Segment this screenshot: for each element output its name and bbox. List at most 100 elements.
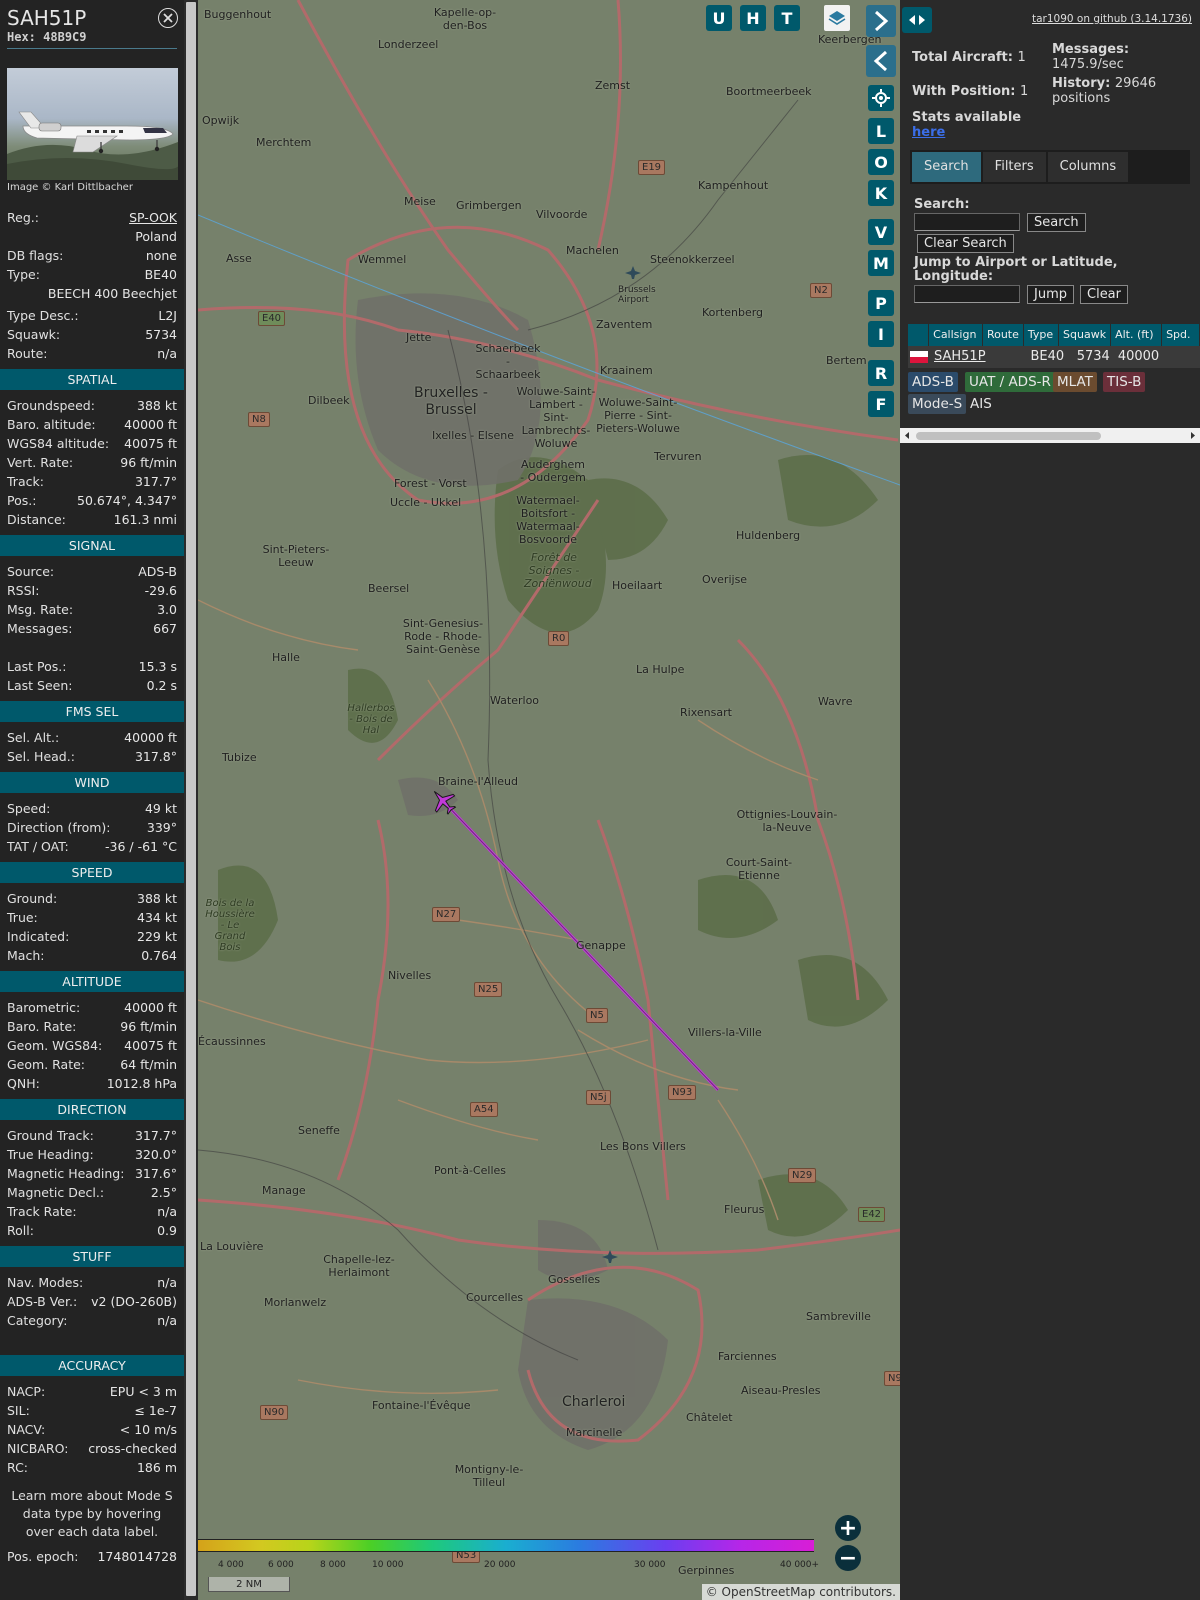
registration-link[interactable]: SP-OOK <box>129 208 177 227</box>
map-view[interactable]: Buggenhout Kapelle-op-den-Bos Keerbergen… <box>198 0 900 1600</box>
info-label[interactable]: Speed: <box>7 799 50 818</box>
right-topbar: tar1090 on github (3.14.1736) <box>900 0 1200 40</box>
side-button-f[interactable]: F <box>868 391 894 417</box>
column-speed[interactable]: Spd. <box>1162 324 1200 346</box>
aircraft-table: Callsign Route Type Squawk Alt. (ft) Spd… <box>908 324 1200 368</box>
side-button-l[interactable]: L <box>868 118 894 144</box>
tab-search[interactable]: Search <box>912 152 981 182</box>
info-label[interactable]: Category: <box>7 1311 67 1330</box>
info-value: 317.8° <box>134 749 177 764</box>
info-panel-scrollbar[interactable] <box>184 0 198 1600</box>
info-label[interactable]: Magnetic Heading: <box>7 1164 124 1183</box>
info-label[interactable]: Last Seen: <box>7 676 72 695</box>
clear-button[interactable]: Clear <box>1080 285 1128 304</box>
info-label[interactable]: Sel. Head.: <box>7 747 75 766</box>
map-attribution[interactable]: © OpenStreetMap contributors. <box>701 1584 900 1600</box>
info-label[interactable]: Groundspeed: <box>7 396 95 415</box>
toggle-u-button[interactable]: U <box>706 5 732 31</box>
jump-button[interactable]: Jump <box>1027 285 1074 304</box>
info-label[interactable]: WGS84 altitude: <box>7 434 109 453</box>
info-label[interactable]: Ground Track: <box>7 1126 94 1145</box>
info-label[interactable]: Barometric: <box>7 998 80 1017</box>
column-flag[interactable] <box>908 324 930 346</box>
altitude-tick-label: 10 000 <box>372 1560 404 1570</box>
scrollbar-thumb[interactable] <box>186 2 196 1596</box>
info-label[interactable]: Distance: <box>7 510 66 529</box>
side-button-i[interactable]: I <box>868 321 894 347</box>
info-label[interactable]: Ground: <box>7 889 57 908</box>
info-label[interactable]: Mach: <box>7 946 44 965</box>
info-label[interactable]: Direction (from): <box>7 818 111 837</box>
side-button-r[interactable]: R <box>868 360 894 386</box>
aircraft-marker-icon[interactable] <box>428 786 458 816</box>
info-label[interactable]: Roll: <box>7 1221 34 1240</box>
info-label[interactable]: Msg. Rate: <box>7 600 73 619</box>
column-type[interactable]: Type <box>1023 324 1060 346</box>
source-chip-mode-s[interactable]: Mode-S <box>908 394 967 414</box>
toggle-h-button[interactable]: H <box>740 5 766 31</box>
info-label[interactable]: ADS-B Ver.: <box>7 1292 77 1311</box>
side-button-v[interactable]: V <box>868 219 894 245</box>
zoom-in-button[interactable]: + <box>835 1515 861 1541</box>
table-row[interactable]: SAH51P BE40 5734 40000 <box>908 346 1200 368</box>
source-chip-mlat[interactable]: MLAT <box>1053 372 1097 392</box>
info-label[interactable]: TAT / OAT: <box>7 837 69 856</box>
info-label[interactable]: Track Rate: <box>7 1202 77 1221</box>
stats-link[interactable]: here <box>912 125 945 140</box>
info-label[interactable]: Track: <box>7 472 44 491</box>
close-icon[interactable] <box>158 8 178 28</box>
column-squawk[interactable]: Squawk <box>1059 324 1112 346</box>
info-label[interactable]: NACV: <box>7 1420 45 1439</box>
column-callsign[interactable]: Callsign <box>929 324 983 346</box>
github-link[interactable]: tar1090 on github (3.14.1736) <box>1032 13 1192 25</box>
jump-input[interactable] <box>914 285 1020 303</box>
side-button-o[interactable]: O <box>868 149 894 175</box>
info-label[interactable]: Magnetic Decl.: <box>7 1183 104 1202</box>
info-label[interactable]: Messages: <box>7 619 73 638</box>
clear-search-button[interactable]: Clear Search <box>917 234 1014 253</box>
info-label[interactable]: RC: <box>7 1458 28 1477</box>
source-chip-ads-b[interactable]: ADS-B <box>908 372 958 392</box>
source-chip-ais[interactable]: AIS <box>966 394 996 414</box>
info-label[interactable]: Geom. WGS84: <box>7 1036 102 1055</box>
toggle-t-button[interactable]: T <box>774 5 800 31</box>
side-button-k[interactable]: K <box>868 180 894 206</box>
info-label[interactable]: Pos.: <box>7 491 36 510</box>
info-label[interactable]: Baro. Rate: <box>7 1017 76 1036</box>
info-label[interactable]: Geom. Rate: <box>7 1055 85 1074</box>
table-horizontal-scrollbar[interactable] <box>900 428 1200 443</box>
info-label[interactable]: Nav. Modes: <box>7 1273 83 1292</box>
layers-icon[interactable] <box>824 5 850 31</box>
aircraft-photo[interactable] <box>7 68 178 180</box>
info-label[interactable]: Baro. altitude: <box>7 415 96 434</box>
side-button-p[interactable]: P <box>868 290 894 316</box>
search-button[interactable]: Search <box>1027 213 1086 232</box>
tab-filters[interactable]: Filters <box>982 152 1046 182</box>
info-label[interactable]: Vert. Rate: <box>7 453 73 472</box>
info-label[interactable]: QNH: <box>7 1074 40 1093</box>
scrollbar-thumb[interactable] <box>916 432 1101 440</box>
info-label[interactable]: True Heading: <box>7 1145 94 1164</box>
info-label[interactable]: Sel. Alt.: <box>7 728 59 747</box>
info-label[interactable]: NACP: <box>7 1382 45 1401</box>
search-input[interactable] <box>914 213 1020 231</box>
source-chip-uat-ads-r[interactable]: UAT / ADS-R <box>965 372 1055 392</box>
expand-collapse-icon[interactable] <box>902 7 932 33</box>
side-button-m[interactable]: M <box>868 250 894 276</box>
column-route[interactable]: Route <box>982 324 1024 346</box>
settings-gear-icon[interactable] <box>868 85 894 111</box>
info-label[interactable]: SIL: <box>7 1401 30 1420</box>
info-label[interactable]: Indicated: <box>7 927 69 946</box>
tab-columns[interactable]: Columns <box>1047 152 1129 182</box>
info-label[interactable]: True: <box>7 908 38 927</box>
info-label[interactable]: RSSI: <box>7 581 39 600</box>
zoom-out-button[interactable]: − <box>835 1545 861 1571</box>
source-chip-tis-b[interactable]: TIS-B <box>1103 372 1146 392</box>
next-arrow-icon[interactable] <box>866 5 896 37</box>
row-callsign[interactable]: SAH51P <box>930 346 987 368</box>
info-label[interactable]: Source: <box>7 562 54 581</box>
info-label[interactable]: NICBARO: <box>7 1439 68 1458</box>
column-altitude[interactable]: Alt. (ft) <box>1111 324 1163 346</box>
info-label[interactable]: Last Pos.: <box>7 657 66 676</box>
prev-arrow-icon[interactable] <box>866 45 896 77</box>
